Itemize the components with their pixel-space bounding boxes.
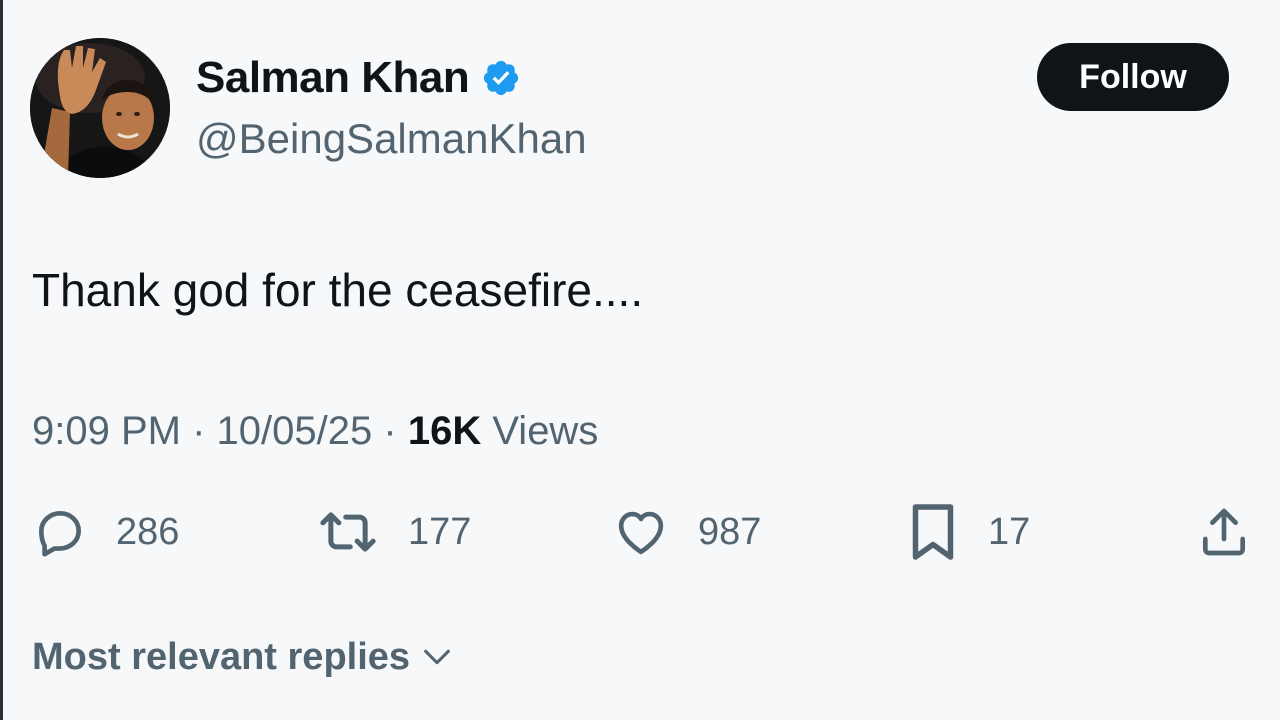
like-count: 987 xyxy=(698,510,762,553)
avatar[interactable] xyxy=(30,38,170,178)
tweet-meta: 9:09 PM · 10/05/25 · 16K Views xyxy=(32,406,598,456)
tweet-date[interactable]: 10/05/25 xyxy=(217,409,373,453)
views-count: 16K xyxy=(407,409,482,453)
tweet-time[interactable]: 9:09 PM xyxy=(32,409,181,453)
follow-button[interactable]: Follow xyxy=(1037,43,1229,111)
author-display-name[interactable]: Salman Khan xyxy=(196,52,470,104)
repost-button[interactable]: 177 xyxy=(316,502,471,562)
reply-button[interactable]: 286 xyxy=(32,502,179,562)
views-label: Views xyxy=(492,409,599,453)
bookmark-count: 17 xyxy=(988,510,1031,553)
meta-separator: · xyxy=(383,409,397,453)
repost-count: 177 xyxy=(408,510,472,553)
repost-icon xyxy=(320,512,376,552)
tweet-text: Thank god for the ceasefire.... xyxy=(32,264,644,316)
tweet-action-bar: 286 177 987 17 xyxy=(0,502,1280,562)
left-divider xyxy=(0,0,3,720)
share-button[interactable] xyxy=(1196,502,1252,562)
bookmark-button[interactable]: 17 xyxy=(906,502,1030,562)
replies-sort-dropdown[interactable]: Most relevant replies xyxy=(32,632,454,682)
author-name-row: Salman Khan xyxy=(196,52,521,104)
verified-badge-icon xyxy=(484,60,519,96)
bookmark-icon xyxy=(912,504,954,560)
like-button[interactable]: 987 xyxy=(612,502,761,562)
reply-count: 286 xyxy=(116,510,180,553)
meta-separator: · xyxy=(192,409,206,453)
author-handle[interactable]: @BeingSalmanKhan xyxy=(196,114,587,164)
replies-sort-label: Most relevant replies xyxy=(32,636,411,678)
share-icon xyxy=(1203,508,1245,556)
heart-icon xyxy=(618,511,664,555)
chevron-down-icon xyxy=(424,649,450,665)
reply-icon xyxy=(39,511,81,557)
